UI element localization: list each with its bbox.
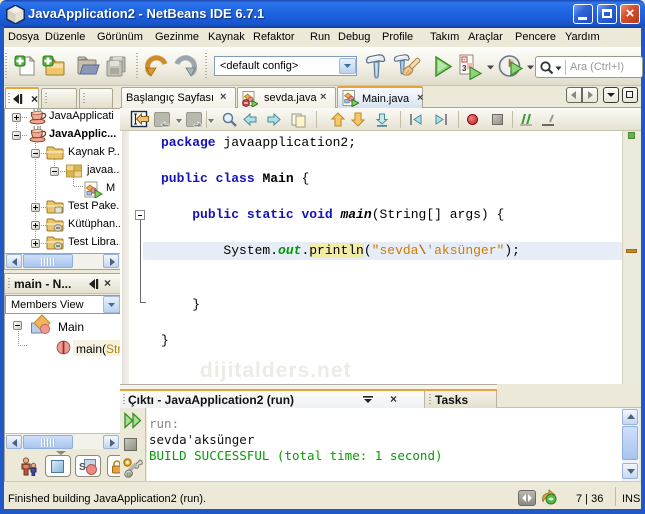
- svg-text:3: 3: [462, 64, 467, 73]
